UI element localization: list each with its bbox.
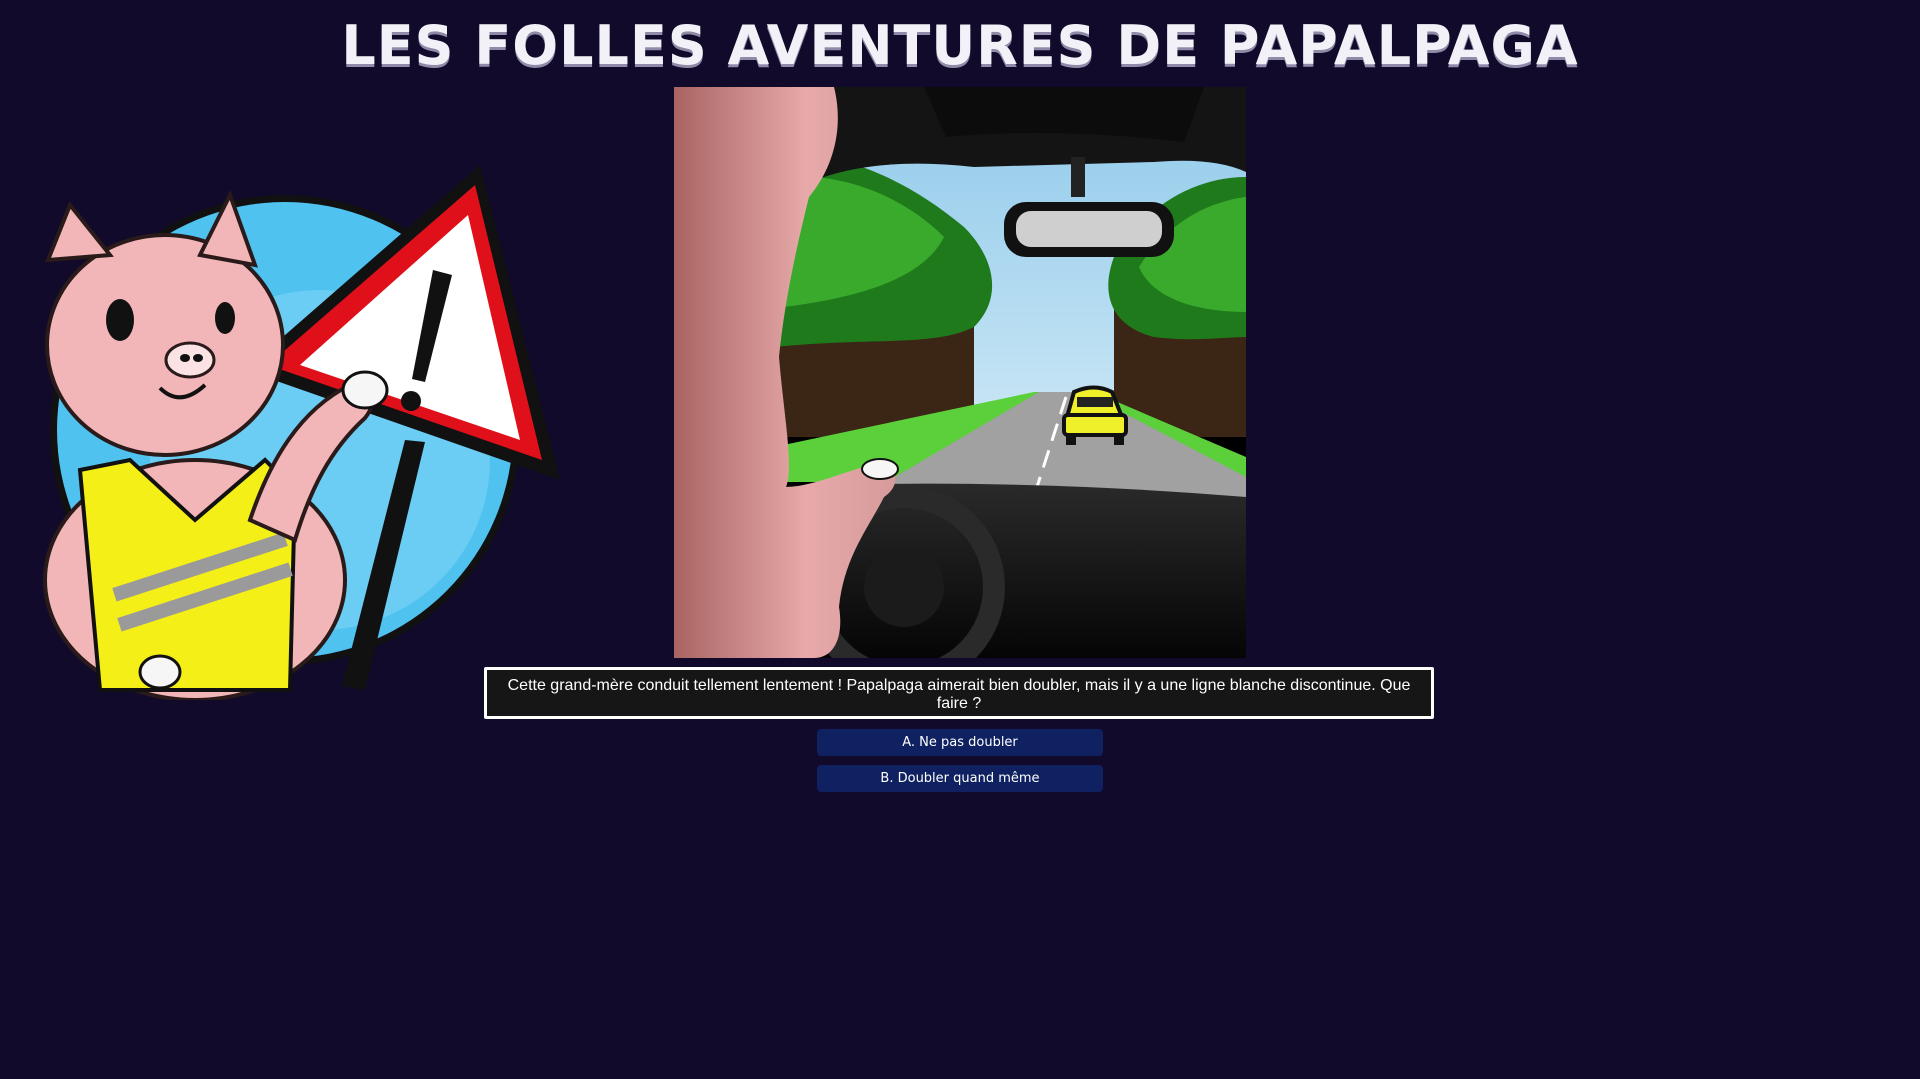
answer-b-button[interactable]: B. Doubler quand même [817,765,1103,792]
game-title: Les folles aventures de Papalpaga [341,14,1579,77]
mascot-illustration [43,165,560,700]
question-text: Cette grand-mère conduit tellement lente… [507,677,1411,712]
scene-illustration [674,87,1246,658]
question-box: Cette grand-mère conduit tellement lente… [484,667,1434,719]
answer-a-button[interactable]: A. Ne pas doubler [817,729,1103,756]
